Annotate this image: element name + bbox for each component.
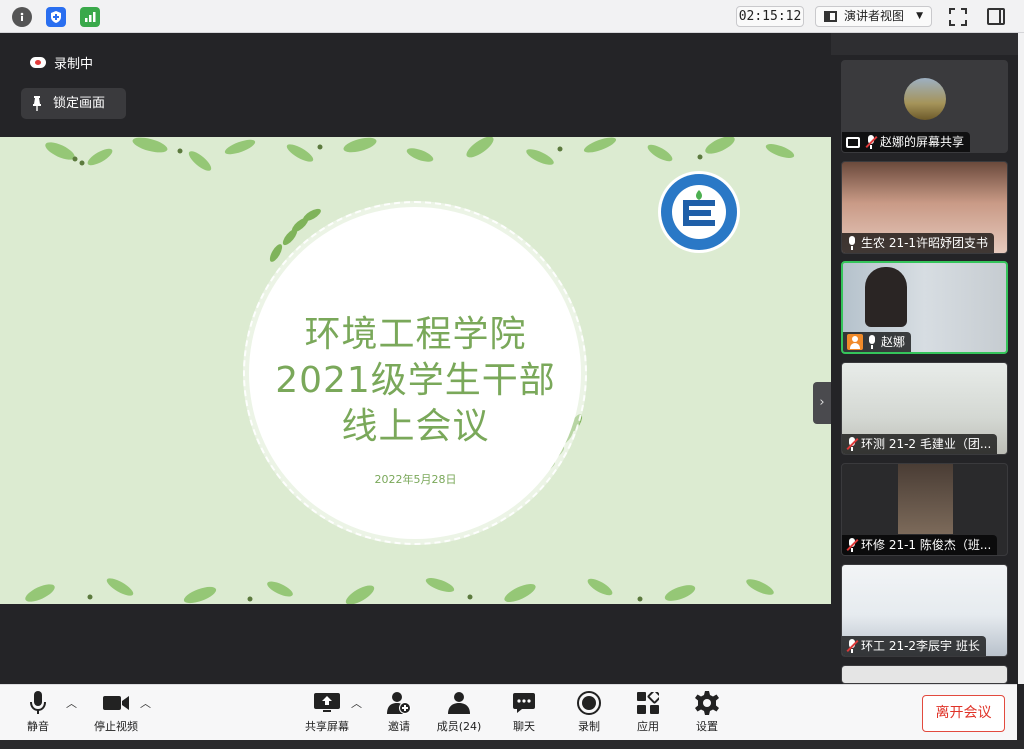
chevron-down-icon: ▼ <box>916 11 923 21</box>
share-screen-label: 共享屏幕 <box>305 720 349 733</box>
slide-title-line3: 线上会议 <box>341 406 490 447</box>
gear-icon <box>695 691 719 715</box>
record-label: 录制 <box>578 720 600 733</box>
view-mode-label: 演讲者视图 <box>844 9 905 23</box>
sidebar-toggle-icon[interactable] <box>987 8 1005 25</box>
members-button[interactable]: 成员(24) <box>436 691 482 737</box>
chat-label: 聊天 <box>513 720 535 733</box>
video-frame <box>865 267 907 327</box>
meeting-window: 02:15:12 演讲者视图 ▼ 录制中 锁定画面 环境工程学院 2021级学生… <box>0 0 1024 749</box>
participant-name: 环工 21-2李辰宇 班长 <box>861 639 980 653</box>
apps-button[interactable]: 应用 <box>633 691 663 737</box>
participant-tile[interactable] <box>841 665 1008 684</box>
participant-name: 环修 21-1 陈俊杰（班... <box>861 538 992 552</box>
mic-icon <box>846 236 858 250</box>
share-screen-button[interactable]: 共享屏幕 <box>304 691 350 737</box>
chat-button[interactable]: 聊天 <box>509 691 539 737</box>
chevron-up-icon[interactable]: ︿ <box>66 695 77 711</box>
participant-name: 生农 21-1许昭妤团支书 <box>861 236 989 250</box>
speaker-view-icon <box>824 11 837 22</box>
participant-tile[interactable]: 环工 21-2李辰宇 班长 <box>841 564 1008 657</box>
participant-tile[interactable]: 生农 21-1许昭妤团支书 <box>841 161 1008 254</box>
pin-icon <box>33 96 41 111</box>
recording-indicator: 录制中 <box>30 53 93 72</box>
mic-muted-icon <box>846 437 859 451</box>
participant-tile-active-speaker[interactable]: 赵娜 <box>841 261 1008 354</box>
lock-screen-button[interactable]: 锁定画面 <box>21 88 126 119</box>
mic-icon <box>866 335 878 349</box>
chat-icon <box>513 693 535 713</box>
college-logo-icon <box>658 171 740 253</box>
avatar <box>904 78 946 120</box>
cloud-record-icon <box>30 57 46 68</box>
members-label: 成员(24) <box>436 720 482 733</box>
mute-button[interactable]: 静音 <box>20 691 56 737</box>
bottom-toolbar: 静音 ︿ 停止视频 ︿ 共享屏幕 ︿ 邀请 成员(24) 聊天 录制 应用 设置… <box>0 684 1017 740</box>
record-icon <box>577 691 601 715</box>
top-bar: 02:15:12 演讲者视图 ▼ <box>0 0 1024 33</box>
mute-label: 静音 <box>27 720 49 733</box>
participant-name: 赵娜 <box>881 335 906 349</box>
invite-user-icon <box>387 692 411 714</box>
video-frame <box>898 464 953 534</box>
host-icon <box>847 334 863 350</box>
collapse-gallery-button[interactable]: › <box>813 382 831 424</box>
apps-label: 应用 <box>637 720 659 733</box>
mic-muted-icon <box>846 538 859 552</box>
signal-icon[interactable] <box>80 7 100 27</box>
video-camera-icon <box>103 696 129 710</box>
slide-title-line1: 环境工程学院 <box>304 314 527 355</box>
presentation-slide: 环境工程学院 2021级学生干部 线上会议 2022年5月28日 <box>0 137 831 604</box>
invite-button[interactable]: 邀请 <box>384 691 414 737</box>
shared-screen-area: 录制中 锁定画面 环境工程学院 2021级学生干部 线上会议 2022年5月28… <box>0 33 831 684</box>
chevron-up-icon[interactable]: ︿ <box>351 695 362 711</box>
scrollbar[interactable] <box>1018 33 1024 684</box>
fullscreen-icon[interactable] <box>949 8 967 26</box>
stop-video-button[interactable]: 停止视频 <box>92 691 140 737</box>
shield-icon[interactable] <box>46 7 66 27</box>
meeting-timer: 02:15:12 <box>736 6 804 27</box>
participant-name: 环测 21-2 毛建业（团... <box>861 437 992 451</box>
screen-share-icon <box>846 136 860 148</box>
members-icon <box>448 692 470 714</box>
stop-video-label: 停止视频 <box>94 720 138 733</box>
leave-meeting-button[interactable]: 离开会议 <box>922 695 1005 732</box>
participant-tile[interactable]: 环测 21-2 毛建业（团... <box>841 362 1008 455</box>
slide-title-line2: 2021级学生干部 <box>275 360 556 401</box>
mic-muted-icon <box>865 135 878 149</box>
microphone-icon <box>30 691 46 714</box>
view-mode-button[interactable]: 演讲者视图 ▼ <box>815 6 932 27</box>
slide-date: 2022年5月28日 <box>374 473 457 486</box>
participant-tile[interactable]: 环修 21-1 陈俊杰（班... <box>841 463 1008 556</box>
mic-muted-icon <box>846 639 859 653</box>
participant-tile[interactable]: 赵娜的屏幕共享 <box>841 60 1008 153</box>
lock-screen-label: 锁定画面 <box>53 96 106 111</box>
info-icon[interactable] <box>12 7 32 27</box>
settings-label: 设置 <box>696 720 718 733</box>
apps-icon <box>637 692 659 714</box>
record-button[interactable]: 录制 <box>574 691 604 737</box>
participant-name: 赵娜的屏幕共享 <box>880 135 965 149</box>
invite-label: 邀请 <box>388 720 410 733</box>
recording-label: 录制中 <box>54 57 94 72</box>
participant-gallery: 赵娜的屏幕共享 生农 21-1许昭妤团支书 赵娜 环测 21-2 毛建业（团..… <box>831 33 1018 684</box>
settings-button[interactable]: 设置 <box>692 691 722 737</box>
chevron-up-icon[interactable]: ︿ <box>140 695 151 711</box>
share-screen-icon <box>314 693 340 712</box>
